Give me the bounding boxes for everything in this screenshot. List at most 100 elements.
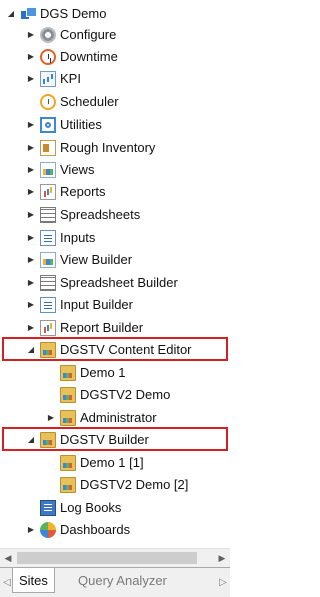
collapsed-arrow-icon[interactable]: ▶	[46, 407, 56, 428]
dgstv-folder-icon	[60, 409, 76, 426]
tree-item-view-builder[interactable]: ▶ View Builder	[26, 249, 132, 270]
tree-item-label: DGSTV2 Demo	[80, 387, 171, 402]
scrollbar-thumb[interactable]	[17, 552, 197, 564]
tree-item-downtime[interactable]: ▶ Downtime	[26, 46, 118, 67]
dashboard-icon	[40, 521, 56, 538]
tree-item-dgstv2-demo[interactable]: DGSTV2 Demo	[46, 384, 170, 405]
collapsed-arrow-icon[interactable]: ▶	[26, 317, 36, 338]
tab-query-analyzer[interactable]: Query Analyzer	[72, 568, 173, 592]
site-tree: ◢ DGS Demo ▶ Configure ▶ Downtime ▶ KPI …	[0, 0, 230, 548]
tree-item-label: Input Builder	[60, 297, 133, 312]
tree-item-label: DGS Demo	[40, 6, 107, 21]
tree-item-utilities[interactable]: ▶ Utilities	[26, 114, 102, 135]
scroll-right-icon[interactable]: ▶	[214, 549, 230, 567]
collapsed-arrow-icon[interactable]: ▶	[26, 519, 36, 540]
spreadsheet-builder-icon	[40, 274, 56, 291]
tree-item-dashboards[interactable]: ▶ Dashboards	[26, 519, 130, 540]
collapsed-arrow-icon[interactable]: ▶	[26, 227, 36, 248]
spreadsheet-icon	[40, 206, 56, 223]
tree-item-demo-1[interactable]: Demo 1	[46, 362, 126, 383]
tab-scroll-right-icon[interactable]: ▷	[218, 574, 228, 590]
tree-item-label: Demo 1	[80, 365, 126, 380]
collapsed-arrow-icon[interactable]: ▶	[26, 272, 36, 293]
tree-item-dgs-demo[interactable]: ◢ DGS Demo	[6, 3, 107, 24]
tree-item-spreadsheets[interactable]: ▶ Spreadsheets	[26, 204, 140, 225]
collapsed-arrow-icon[interactable]: ▶	[26, 114, 36, 135]
tree-item-kpi[interactable]: ▶ KPI	[26, 68, 81, 89]
dgstv-folder-icon	[60, 476, 76, 493]
tree-item-label: DGSTV Content Editor	[60, 342, 192, 357]
kpi-chart-icon	[40, 70, 56, 87]
collapsed-arrow-icon[interactable]: ▶	[26, 249, 36, 270]
tab-scroll-left-icon[interactable]: ◁	[2, 574, 12, 590]
tree-item-dgstv-content-editor[interactable]: ◢ DGSTV Content Editor	[26, 339, 192, 360]
gear-icon	[40, 26, 56, 43]
bottom-tab-strip: ◁ Sites Query Analyzer ▷	[0, 567, 230, 597]
log-book-icon	[40, 499, 56, 516]
tree-item-reports[interactable]: ▶ Reports	[26, 181, 106, 202]
dgstv-folder-icon	[40, 431, 56, 448]
horizontal-scrollbar[interactable]: ◀ ▶	[0, 548, 230, 567]
tree-item-log-books[interactable]: Log Books	[26, 497, 121, 518]
tree-item-administrator[interactable]: ▶ Administrator	[46, 407, 157, 428]
input-builder-icon	[40, 296, 56, 313]
collapsed-arrow-icon[interactable]: ▶	[26, 46, 36, 67]
expanded-arrow-icon[interactable]: ◢	[6, 3, 16, 24]
tree-item-dgstv2-demo-2[interactable]: DGSTV2 Demo [2]	[46, 474, 188, 495]
inputs-icon	[40, 229, 56, 246]
tree-item-configure[interactable]: ▶ Configure	[26, 24, 116, 45]
alarm-clock-icon	[40, 48, 56, 65]
tree-item-label: Administrator	[80, 410, 157, 425]
tree-item-input-builder[interactable]: ▶ Input Builder	[26, 294, 133, 315]
inventory-document-icon	[40, 139, 56, 156]
expanded-arrow-icon[interactable]: ◢	[26, 429, 36, 450]
tree-item-label: Configure	[60, 27, 117, 42]
view-builder-icon	[40, 251, 56, 268]
tree-item-label: Utilities	[60, 117, 102, 132]
report-builder-icon	[40, 319, 56, 336]
tree-item-inputs[interactable]: ▶ Inputs	[26, 227, 95, 248]
tree-item-label: Downtime	[60, 49, 118, 64]
tree-item-scheduler[interactable]: Scheduler	[26, 91, 119, 112]
tree-item-label: Scheduler	[60, 94, 119, 109]
scroll-left-icon[interactable]: ◀	[0, 549, 16, 567]
tab-sites[interactable]: Sites	[12, 568, 55, 593]
tree-item-label: Dashboards	[60, 522, 131, 537]
tree-item-label: Views	[60, 162, 95, 177]
dgstv-folder-icon	[60, 386, 76, 403]
tree-item-label: Log Books	[60, 500, 122, 515]
dgstv-folder-icon	[60, 364, 76, 381]
dgstv-folder-icon	[60, 454, 76, 471]
tree-item-label: KPI	[60, 71, 81, 86]
views-chart-icon	[40, 161, 56, 178]
tree-item-label: Rough Inventory	[60, 140, 156, 155]
collapsed-arrow-icon[interactable]: ▶	[26, 204, 36, 225]
tree-item-label: Spreadsheets	[60, 207, 141, 222]
tree-item-label: Report Builder	[60, 320, 144, 335]
tree-item-label: Inputs	[60, 230, 96, 245]
collapsed-arrow-icon[interactable]: ▶	[26, 137, 36, 158]
tree-item-dgstv-builder[interactable]: ◢ DGSTV Builder	[26, 429, 149, 450]
tree-item-report-builder[interactable]: ▶ Report Builder	[26, 317, 143, 338]
tree-item-label: Spreadsheet Builder	[60, 275, 178, 290]
collapsed-arrow-icon[interactable]: ▶	[26, 68, 36, 89]
tree-item-rough-inventory[interactable]: ▶ Rough Inventory	[26, 137, 155, 158]
reports-icon	[40, 183, 56, 200]
expanded-arrow-icon[interactable]: ◢	[26, 339, 36, 360]
collapsed-arrow-icon[interactable]: ▶	[26, 181, 36, 202]
dgstv-folder-icon	[40, 341, 56, 358]
collapsed-arrow-icon[interactable]: ▶	[26, 159, 36, 180]
tree-item-spreadsheet-builder[interactable]: ▶ Spreadsheet Builder	[26, 272, 178, 293]
collapsed-arrow-icon[interactable]: ▶	[26, 24, 36, 45]
tree-item-label: DGSTV2 Demo [2]	[80, 477, 189, 492]
tree-item-demo-1-1[interactable]: Demo 1 [1]	[46, 452, 144, 473]
database-site-icon	[20, 6, 37, 22]
scheduler-clock-icon	[40, 93, 56, 110]
tree-item-label: View Builder	[60, 252, 133, 267]
utilities-icon	[40, 116, 56, 133]
tree-item-views[interactable]: ▶ Views	[26, 159, 94, 180]
tree-item-label: Demo 1 [1]	[80, 455, 144, 470]
tree-item-label: Reports	[60, 184, 106, 199]
collapsed-arrow-icon[interactable]: ▶	[26, 294, 36, 315]
tree-item-label: DGSTV Builder	[60, 432, 149, 447]
